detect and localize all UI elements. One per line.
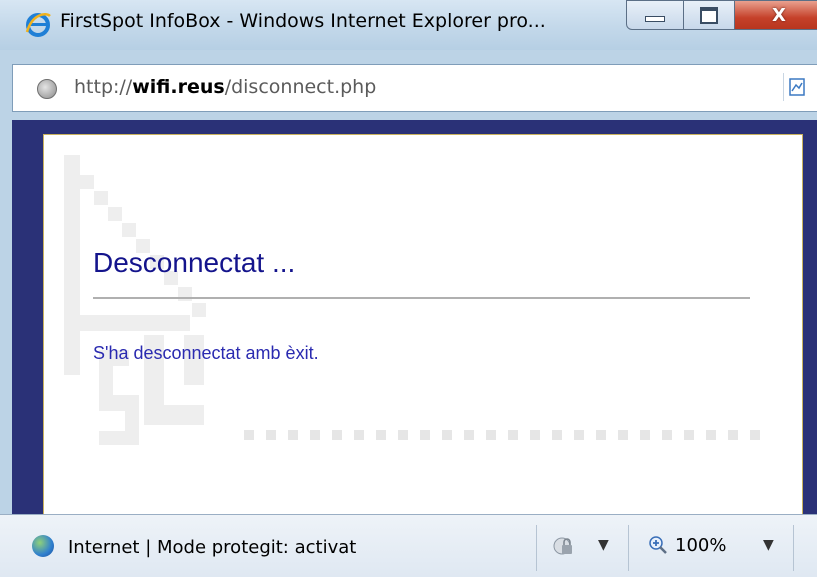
url-path: /disconnect.php [224, 76, 377, 98]
compat-view-icon [789, 78, 805, 96]
status-message: S'ha desconnectat amb èxit. [93, 343, 319, 363]
page-icon [37, 79, 57, 99]
status-divider [793, 525, 794, 571]
status-bar: Internet | Mode protegit: activat ▼ 100%… [0, 514, 817, 577]
address-url[interactable]: http://wifi.reus/disconnect.php [74, 76, 376, 98]
zoom-icon[interactable] [648, 535, 668, 555]
url-prefix: http:// [74, 76, 133, 98]
zoom-level[interactable]: 100% [675, 535, 726, 556]
watermark-logo [64, 155, 760, 445]
status-divider [536, 525, 537, 571]
title-bar[interactable]: FirstSpot InfoBox - Windows Internet Exp… [0, 0, 817, 50]
url-domain: wifi.reus [132, 76, 225, 98]
page-content: Desconnectat ... S'ha desconnectat amb è… [43, 134, 803, 516]
security-dropdown[interactable]: ▼ [598, 537, 609, 553]
address-bar[interactable]: http://wifi.reus/disconnect.php [12, 64, 817, 112]
globe-icon [32, 535, 54, 557]
close-button[interactable]: X [735, 0, 817, 30]
minimize-button[interactable] [626, 0, 684, 30]
window-controls: X [626, 0, 817, 30]
zoom-dropdown[interactable]: ▼ [763, 537, 774, 553]
status-divider [628, 525, 629, 571]
lock-icon[interactable] [552, 534, 576, 558]
minimize-icon [645, 16, 665, 22]
zone-status[interactable]: Internet | Mode protegit: activat [68, 537, 356, 558]
window-title: FirstSpot InfoBox - Windows Internet Exp… [60, 10, 546, 32]
heading-divider [93, 297, 750, 299]
close-icon: X [772, 4, 786, 26]
page-heading: Desconnectat ... [93, 247, 296, 278]
maximize-button[interactable] [684, 0, 735, 30]
ie-icon [25, 13, 51, 37]
browser-window: FirstSpot InfoBox - Windows Internet Exp… [0, 0, 817, 577]
compat-view-button[interactable] [783, 73, 810, 101]
maximize-icon [700, 6, 718, 24]
